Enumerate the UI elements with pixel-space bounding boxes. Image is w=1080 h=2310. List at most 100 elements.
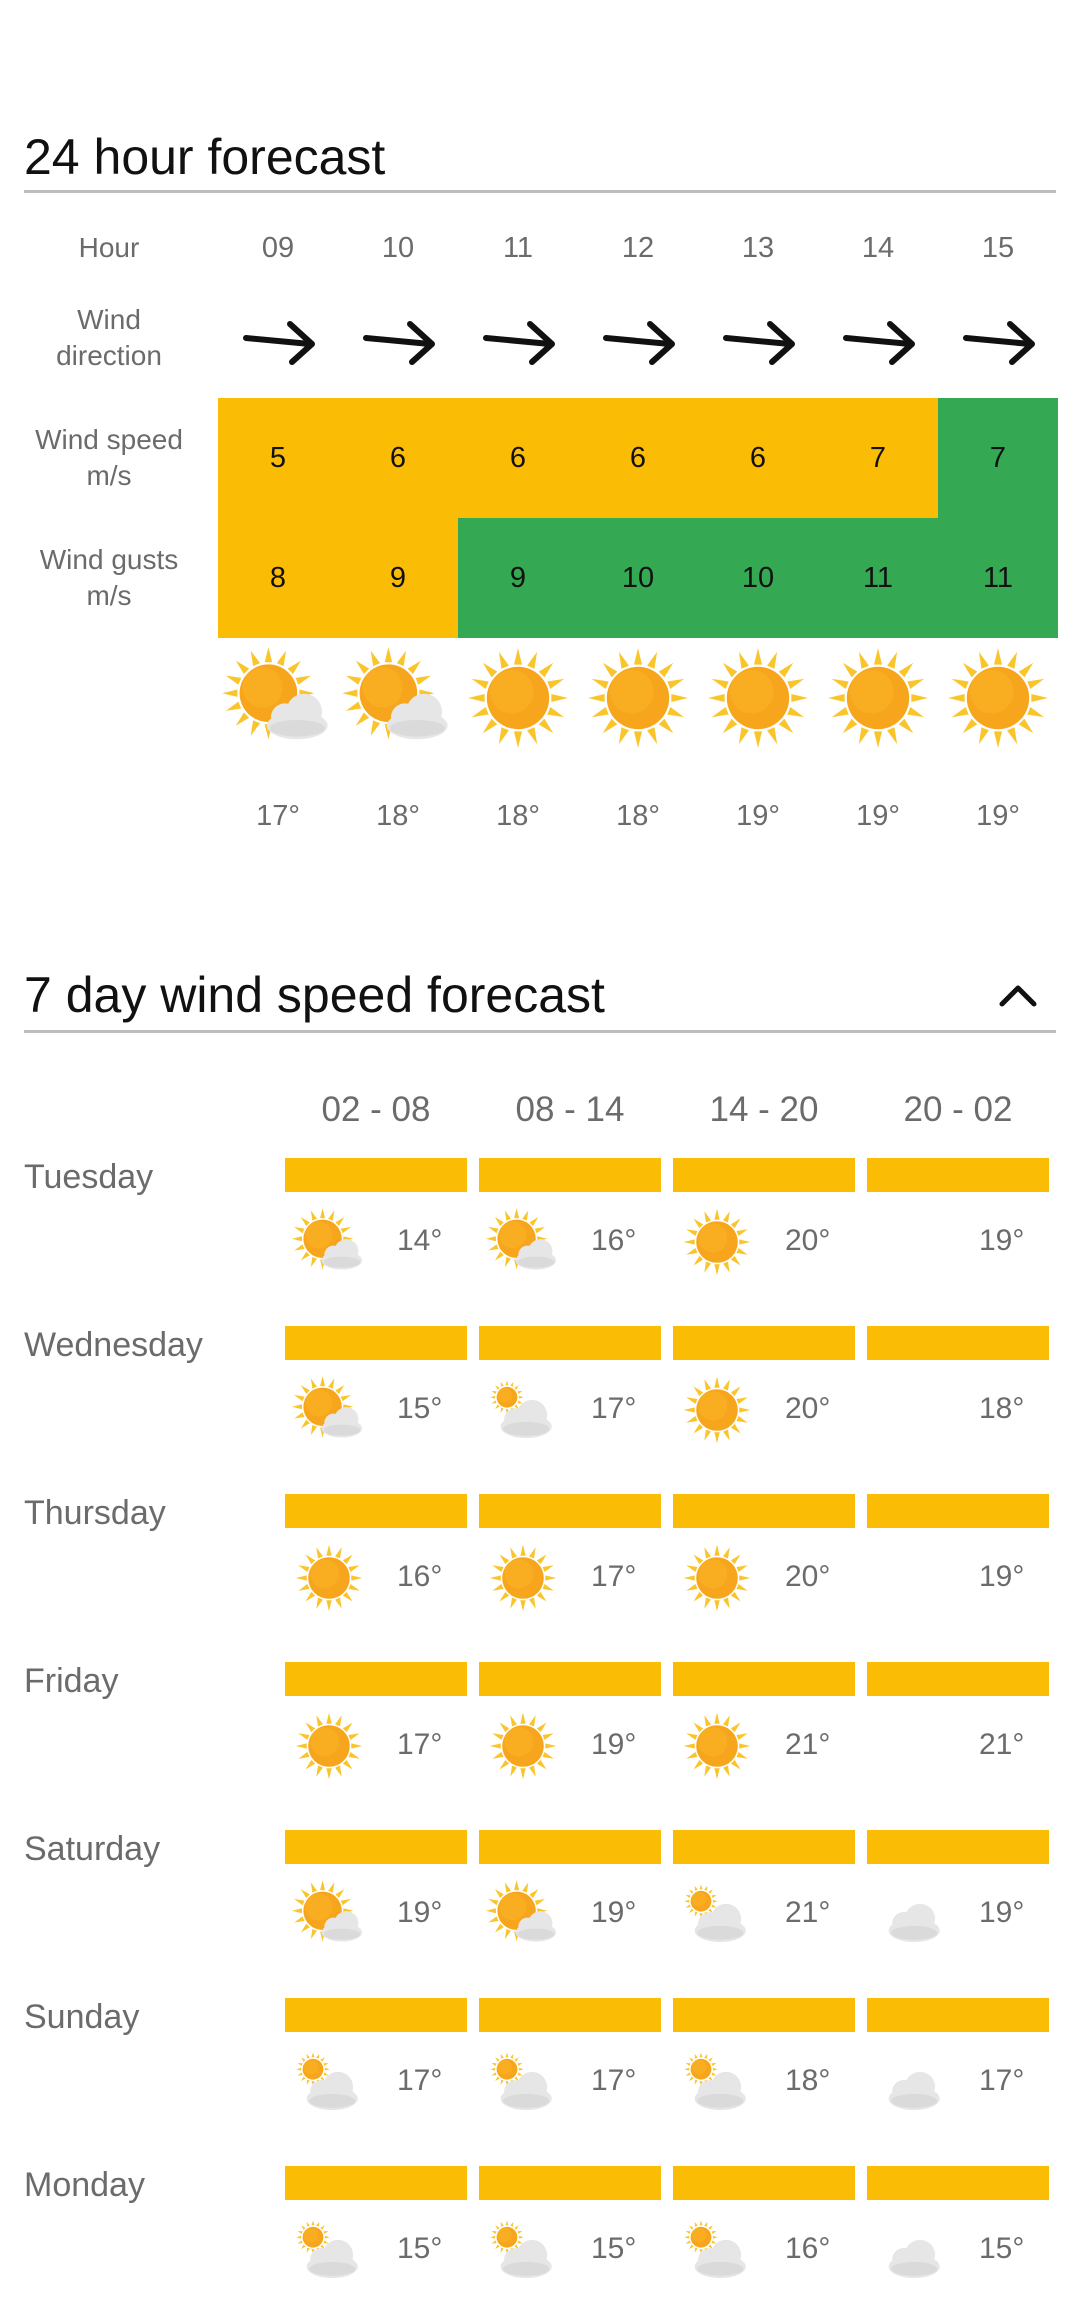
period-temperature: 17° <box>979 2064 1025 2097</box>
day-label: Sunday <box>24 1998 140 2036</box>
wind-speed-bar <box>673 1158 855 1192</box>
sun-icon <box>677 1370 757 1450</box>
wind-direction-label: Wind direction <box>56 304 162 371</box>
wind-speed-bar <box>867 1998 1049 2032</box>
hour-temperature: 18° <box>616 800 660 832</box>
period-header: 14 - 20 <box>709 1090 819 1129</box>
wind-arrow-icon <box>218 310 338 370</box>
period-temperature: 21° <box>979 1728 1025 1761</box>
sun-icon <box>818 638 938 758</box>
sun-icon <box>289 1706 369 1786</box>
wind-speed-bar <box>867 2166 1049 2200</box>
cloudy-sun-icon <box>677 1874 757 1954</box>
sun-icon <box>677 1202 757 1282</box>
period-temperature: 16° <box>397 1560 443 1593</box>
period-temperature: 18° <box>785 2064 831 2097</box>
period-temperature: 16° <box>591 1224 637 1257</box>
period-temperature: 17° <box>397 2064 443 2097</box>
hour-label: 12 <box>621 232 655 264</box>
period-temperature: 15° <box>397 1392 443 1425</box>
wind-speed-bar <box>479 1326 661 1360</box>
cloudy-sun-icon <box>677 2042 757 2122</box>
period-temperature: 19° <box>591 1896 637 1929</box>
period-temperature: 17° <box>397 1728 443 1761</box>
sun-icon <box>578 638 698 758</box>
hour-temperature: 19° <box>856 800 900 832</box>
wind-speed-bar <box>867 1494 1049 1528</box>
wind-speed-cell: 5 <box>218 398 338 518</box>
partly-cloudy-icon <box>218 638 338 758</box>
wind-speed-cell: 6 <box>698 398 818 518</box>
wind-arrow-icon <box>938 310 1058 370</box>
hour-temperature: 17° <box>256 800 300 832</box>
hour-label: 10 <box>381 232 415 264</box>
moon-icon <box>871 1370 951 1450</box>
wind-speed-bar <box>673 1662 855 1696</box>
hour-temperature: 18° <box>376 800 420 832</box>
wind-speed-bar <box>867 1158 1049 1192</box>
wind-speed-bar <box>479 2166 661 2200</box>
wind-arrow-icon <box>578 310 698 370</box>
wind-speed-bar <box>285 1494 467 1528</box>
period-temperature: 19° <box>979 1560 1025 1593</box>
period-temperature: 17° <box>591 2064 637 2097</box>
partly-cloudy-icon <box>289 1202 369 1282</box>
wind-gust-cell: 9 <box>458 518 578 638</box>
weekly-divider <box>24 1030 1056 1033</box>
sun-icon <box>483 1706 563 1786</box>
period-temperature: 15° <box>591 2232 637 2265</box>
day-label: Saturday <box>24 1830 161 1868</box>
wind-speed-cell: 6 <box>578 398 698 518</box>
sun-icon <box>458 638 578 758</box>
day-label: Monday <box>24 2166 145 2204</box>
wind-speed-bar <box>479 1158 661 1192</box>
partly-cloudy-icon <box>289 1874 369 1954</box>
wind-speed-bar <box>673 1830 855 1864</box>
wind-speed-bar <box>673 1494 855 1528</box>
moon-icon <box>871 1538 951 1618</box>
moon-icon <box>871 1706 951 1786</box>
period-temperature: 20° <box>785 1560 831 1593</box>
period-temperature: 17° <box>591 1560 637 1593</box>
wind-speed-bar <box>673 2166 855 2200</box>
wind-gust-cell: 11 <box>818 518 938 638</box>
hourly-divider <box>24 190 1056 193</box>
period-temperature: 21° <box>785 1728 831 1761</box>
period-temperature: 19° <box>979 1224 1025 1257</box>
wind-speed-bar <box>867 1326 1049 1360</box>
sun-icon <box>938 638 1058 758</box>
wind-speed-cell: 6 <box>458 398 578 518</box>
period-temperature: 19° <box>591 1728 637 1761</box>
hourly-title: 24 hour forecast <box>24 129 386 185</box>
wind-speed-bar <box>479 1998 661 2032</box>
wind-gust-cell: 11 <box>938 518 1058 638</box>
period-temperature: 14° <box>397 1224 443 1257</box>
cloudy-sun-icon <box>289 2042 369 2122</box>
wind-speed-cell: 6 <box>338 398 458 518</box>
wind-speed-bar <box>479 1662 661 1696</box>
wind-arrow-icon <box>338 310 458 370</box>
wind-speed-bar <box>867 1830 1049 1864</box>
wind-speed-bar <box>285 2166 467 2200</box>
hour-row-label: Hour <box>78 232 140 263</box>
wind-arrow-icon <box>698 310 818 370</box>
chevron-up-icon[interactable] <box>996 980 1040 1010</box>
wind-speed-label: Wind speed m/s <box>35 424 183 491</box>
hour-temperature: 19° <box>976 800 1020 832</box>
wind-gust-cell: 8 <box>218 518 338 638</box>
partly-cloudy-icon <box>483 1874 563 1954</box>
hour-temperature: 18° <box>496 800 540 832</box>
day-label: Wednesday <box>24 1326 203 1364</box>
cloudy-sun-icon <box>483 2042 563 2122</box>
period-header: 02 - 08 <box>321 1090 431 1129</box>
wind-gust-cell: 10 <box>578 518 698 638</box>
wind-speed-bar <box>867 1662 1049 1696</box>
cloudy-sun-icon <box>289 2210 369 2290</box>
hour-label: 09 <box>261 232 295 264</box>
sun-icon <box>289 1538 369 1618</box>
hour-label: 13 <box>741 232 775 264</box>
partly-cloudy-icon <box>483 1202 563 1282</box>
period-temperature: 20° <box>785 1224 831 1257</box>
sun-icon <box>677 1538 757 1618</box>
wind-speed-bar <box>285 1158 467 1192</box>
